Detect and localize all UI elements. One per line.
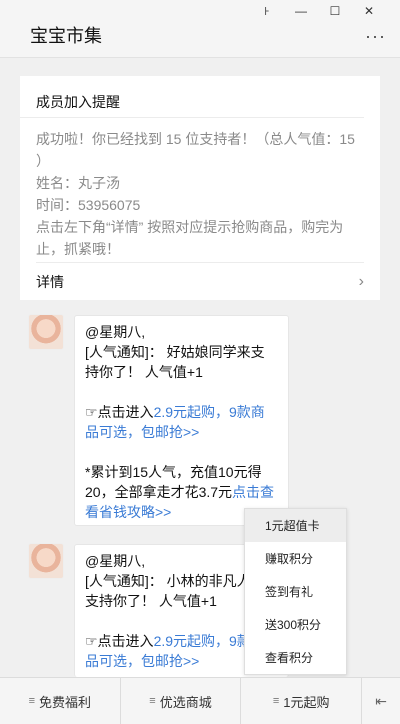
card-title: 成员加入提醒: [36, 94, 120, 110]
message-notice: [人气通知]： 好姑娘同学来支持你了！ 人气值+1: [85, 344, 265, 380]
card-details-link[interactable]: 详情 ›: [36, 262, 364, 300]
promo-prefix: ☞点击进入: [85, 633, 154, 649]
card-name-line: 姓名：丸子汤: [36, 175, 120, 191]
member-join-card: 成员加入提醒 成功啦！你已经找到 15 位支持者！（总人气值：15 ） 姓名：丸…: [20, 76, 380, 300]
keyboard-toggle-icon[interactable]: ⇤: [362, 678, 400, 724]
menu-icon: ≡: [149, 695, 156, 707]
chat-title: 宝宝市集: [30, 26, 102, 46]
card-details-label: 详情: [36, 273, 64, 290]
title-bar: ꜔ — ☐ ✕ 宝宝市集 ···: [0, 0, 400, 58]
popup-menu: 1元超值卡 赚取积分 签到有礼 送300积分 查看积分: [244, 508, 347, 675]
menu-item-check-in[interactable]: 签到有礼: [245, 575, 346, 608]
card-body: 成功啦！你已经找到 15 位支持者！（总人气值：15 ） 姓名：丸子汤 时间：5…: [20, 118, 380, 260]
window-controls: ꜔ — ☐ ✕: [250, 2, 386, 20]
menu-icon: ≡: [272, 695, 280, 707]
tab-free-benefits[interactable]: ≡ 免费福利: [0, 678, 121, 724]
card-tip-line: 点击左下角“详情” 按照对应提示抢购商品，购完为止，抓紧哦！: [36, 219, 344, 257]
message-promo: ☞点击进入2.9元起购，9款商品可选，包邮抢>>: [85, 402, 278, 442]
tab-label: 优选商城: [159, 694, 212, 710]
menu-item-earn-points[interactable]: 赚取积分: [245, 542, 346, 575]
bottom-menu-bar: ≡ 免费福利 ≡ 优选商城 ≡ 1元起购 ⇤: [0, 677, 400, 724]
pin-icon[interactable]: ꜔: [250, 2, 284, 20]
tab-mall[interactable]: ≡ 优选商城: [121, 678, 242, 724]
card-header: 成员加入提醒: [20, 76, 364, 118]
tab-one-yuan[interactable]: ≡ 1元起购: [241, 678, 363, 724]
message-bubble: @星期八, [人气通知]： 好姑娘同学来支持你了！ 人气值+1 ☞点击进入2.9…: [74, 315, 289, 526]
avatar[interactable]: [28, 543, 64, 579]
minimize-icon[interactable]: —: [284, 2, 318, 20]
card-success-line-end: ）: [36, 153, 50, 169]
card-time-line: 时间：53956075: [36, 197, 141, 213]
maximize-icon[interactable]: ☐: [318, 2, 352, 20]
avatar[interactable]: [28, 314, 64, 350]
menu-item-super-card[interactable]: 1元超值卡: [245, 509, 346, 542]
tab-label: 免费福利: [39, 694, 92, 710]
menu-item-view-points[interactable]: 查看积分: [245, 641, 346, 674]
tab-label: 1元起购: [283, 694, 330, 710]
close-icon[interactable]: ✕: [352, 2, 386, 20]
more-options-icon[interactable]: ···: [365, 26, 386, 47]
card-success-line: 成功啦！你已经找到 15 位支持者！（总人气值：15: [36, 131, 355, 147]
message-mention: @星期八,: [85, 324, 146, 340]
chevron-right-icon: ›: [358, 272, 364, 290]
menu-icon: ≡: [28, 695, 36, 707]
menu-item-bonus-points[interactable]: 送300积分: [245, 608, 346, 641]
promo-prefix: ☞点击进入: [85, 404, 154, 420]
